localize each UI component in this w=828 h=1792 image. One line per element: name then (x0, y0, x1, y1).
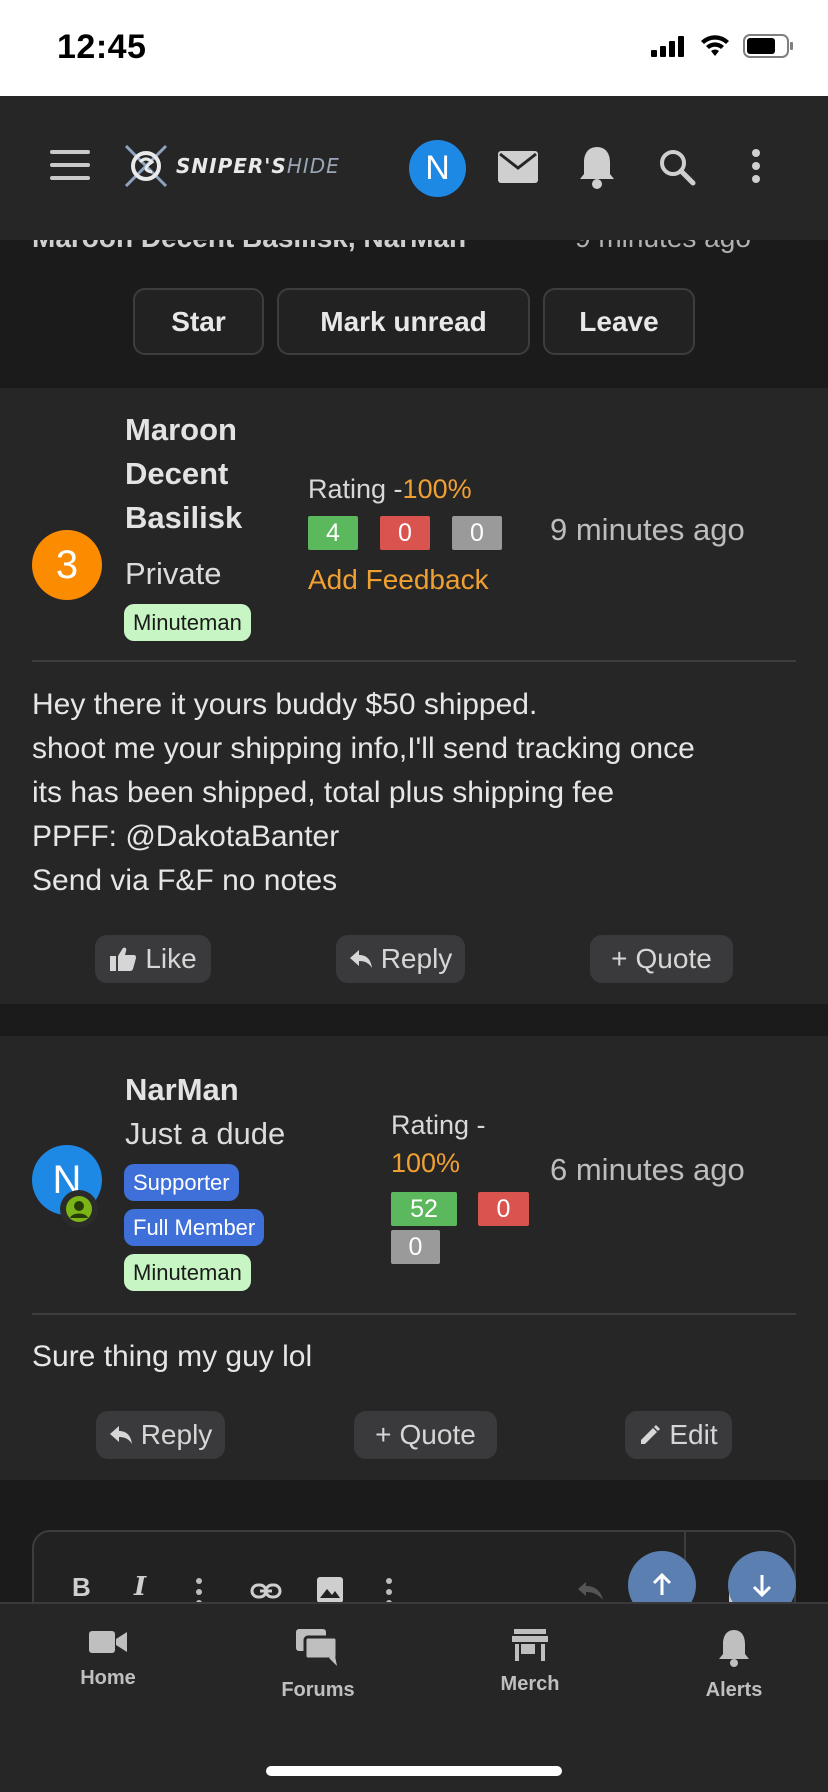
reply-icon (109, 1426, 132, 1444)
tab-label: Alerts (705, 1679, 763, 1701)
badge-supporter: Supporter (124, 1164, 239, 1201)
badge-full-member: Full Member (124, 1209, 265, 1246)
badge-minuteman: Minuteman (124, 1254, 251, 1291)
status-bar: 12:45 (0, 0, 828, 96)
positive-count: 4 (308, 516, 358, 550)
like-button[interactable]: Like (95, 935, 211, 983)
tab-label: Merch (500, 1673, 560, 1695)
quote-label: Quote (635, 943, 712, 974)
store-icon (512, 1629, 548, 1661)
star-button[interactable]: Star (133, 288, 264, 355)
site-logo[interactable]: SNIPER'SHIDE (122, 141, 367, 191)
pencil-icon (641, 1425, 661, 1444)
badge-minuteman: Minuteman (124, 604, 251, 641)
undo-icon[interactable] (576, 1580, 606, 1602)
message-line: Send via F&F no notes (32, 864, 338, 897)
italic-icon[interactable]: I (134, 1572, 146, 1602)
bottom-tab-bar: Home Forums Merch Alerts (0, 1602, 828, 1792)
author-title: Just a dude (125, 1116, 286, 1151)
reply-label: Reply (380, 943, 453, 974)
mark-unread-button[interactable]: Mark unread (277, 288, 530, 355)
author-name-line: Maroon (125, 412, 237, 447)
neutral-count: 0 (452, 516, 502, 550)
edit-button[interactable]: Edit (625, 1411, 732, 1459)
author-name[interactable]: Maroon Decent Basilisk (125, 408, 242, 540)
bell-icon[interactable] (577, 144, 617, 190)
tab-merch[interactable]: Merch (470, 1628, 590, 1696)
rating-percent: 100% (391, 1148, 461, 1178)
logo-main: SNIPER'S (176, 154, 287, 178)
logo-text: SNIPER'SHIDE (176, 154, 340, 178)
user-avatar[interactable]: N (409, 140, 466, 197)
author-name-line: Basilisk (125, 500, 243, 535)
quote-button[interactable]: + Quote (354, 1411, 497, 1459)
reply-label: Reply (140, 1419, 213, 1450)
bold-icon[interactable]: B (72, 1572, 91, 1603)
plus-icon: + (375, 1419, 392, 1450)
bell-icon (719, 1630, 749, 1667)
positive-count: 52 (391, 1192, 457, 1226)
mail-icon[interactable] (497, 150, 539, 184)
menu-icon[interactable] (50, 150, 90, 180)
status-time: 12:45 (57, 28, 147, 66)
message-line: its has been shipped, total plus shippin… (32, 776, 615, 809)
divider (32, 1313, 796, 1315)
video-camera-icon (89, 1631, 127, 1653)
author-title: Private (125, 556, 222, 591)
wifi-icon (701, 35, 729, 56)
neutral-count: 0 (391, 1230, 440, 1264)
reply-button[interactable]: Reply (96, 1411, 225, 1459)
logo-crosshair-icon (124, 144, 168, 188)
edit-label: Edit (669, 1419, 718, 1450)
link-icon[interactable] (250, 1580, 282, 1602)
search-icon[interactable] (658, 148, 696, 186)
divider (32, 660, 796, 662)
rating: Rating -100% (308, 474, 472, 505)
negative-count: 0 (380, 516, 430, 550)
thumbs-up-icon (110, 947, 137, 971)
post-time[interactable]: 6 minutes ago (550, 1152, 745, 1188)
rating-label: Rating - (391, 1110, 486, 1140)
tab-home[interactable]: Home (48, 1628, 168, 1690)
plus-icon: + (611, 943, 628, 974)
rating-percent: 100% (402, 474, 472, 504)
post-card: 3 Maroon Decent Basilisk Private Minutem… (0, 388, 828, 1004)
negative-count: 0 (478, 1192, 529, 1226)
quote-label: Quote (399, 1419, 476, 1450)
cellular-signal-icon (651, 36, 684, 57)
post-card: N NarMan Just a dude Supporter Full Memb… (0, 1036, 828, 1480)
home-indicator[interactable] (266, 1766, 562, 1776)
thread-actions: Star Mark unread Leave (133, 288, 695, 355)
image-icon[interactable] (316, 1576, 344, 1604)
like-label: Like (145, 943, 197, 974)
status-icons (651, 34, 795, 58)
leave-button[interactable]: Leave (543, 288, 695, 355)
reply-button[interactable]: Reply (336, 935, 465, 983)
tab-label: Home (80, 1667, 136, 1689)
more-vert-icon[interactable] (751, 148, 761, 184)
message-line: Sure thing my guy lol (32, 1340, 313, 1373)
arrow-down-icon (752, 1575, 772, 1597)
message-line: PPFF: @DakotaBanter (32, 820, 340, 853)
app-header: SNIPER'SHIDE N (0, 96, 828, 240)
quote-button[interactable]: + Quote (590, 935, 733, 983)
author-name[interactable]: NarMan (125, 1068, 239, 1112)
rating-label: Rating - (308, 474, 403, 504)
chat-bubbles-icon (296, 1629, 339, 1666)
arrow-up-icon (652, 1573, 672, 1595)
tab-forums[interactable]: Forums (258, 1628, 378, 1702)
logo-accent: HIDE (286, 154, 340, 178)
author-avatar[interactable]: 3 (32, 530, 102, 600)
author-name-line: Decent (125, 456, 229, 491)
tab-label: Forums (281, 1679, 355, 1701)
page: 12:45 Maroon Decent Basilisk, NarMan 9 m… (0, 0, 828, 1792)
message-line: Hey there it yours buddy $50 shipped. (32, 688, 538, 721)
post-time[interactable]: 9 minutes ago (550, 512, 745, 548)
message-line: shoot me your shipping info,I'll send tr… (32, 732, 695, 765)
online-indicator-icon (60, 1190, 98, 1228)
battery-icon (743, 34, 793, 58)
add-feedback-link[interactable]: Add Feedback (308, 564, 489, 596)
tab-alerts[interactable]: Alerts (674, 1628, 794, 1702)
reply-icon (349, 950, 372, 968)
